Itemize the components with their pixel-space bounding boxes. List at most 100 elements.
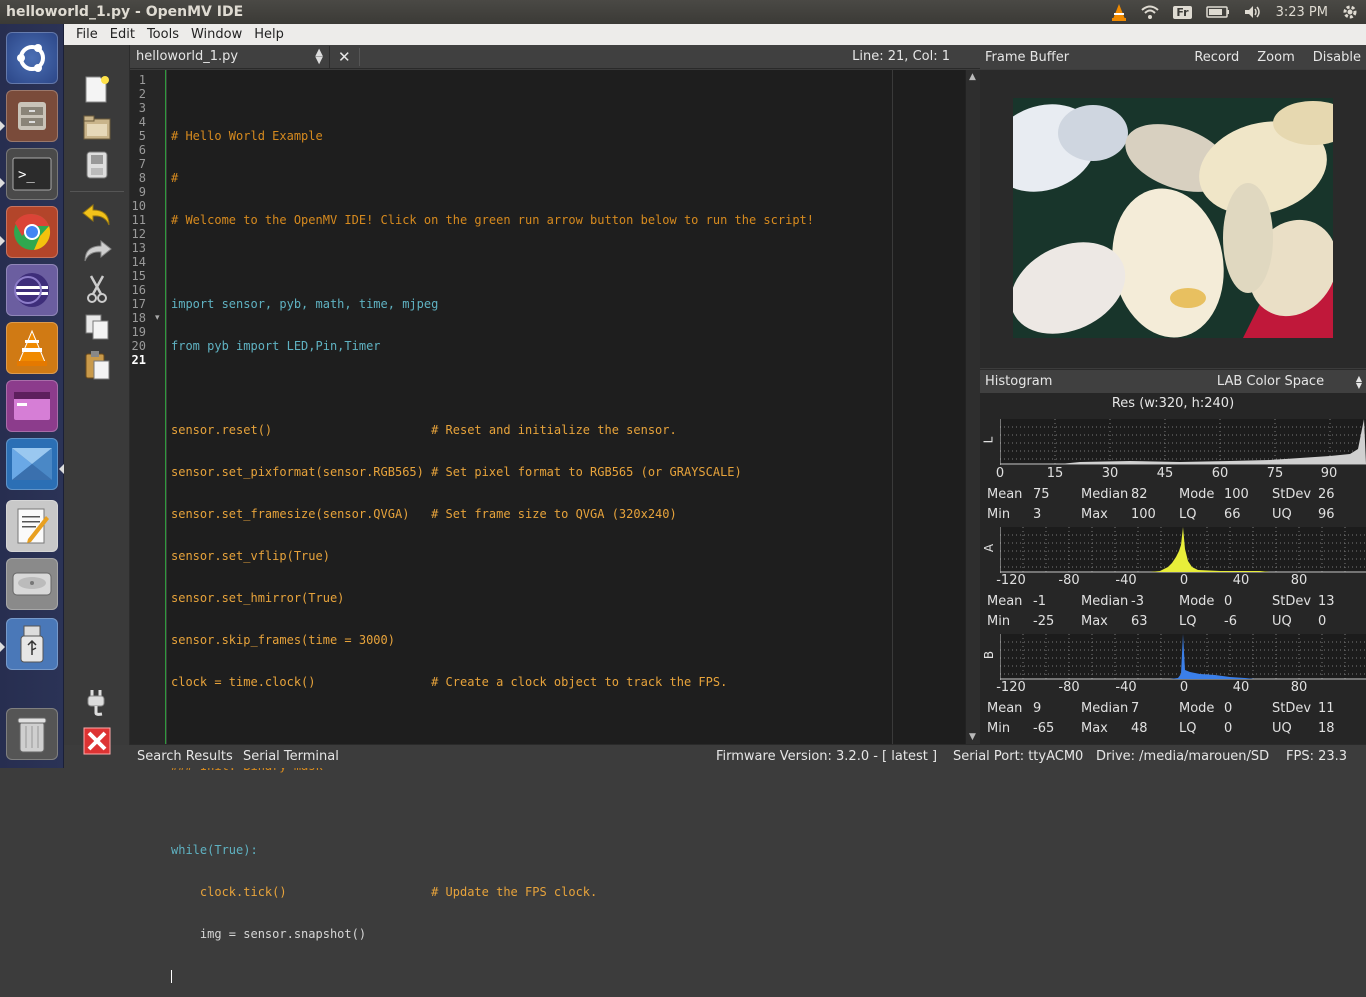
open-file-icon[interactable] — [80, 111, 114, 143]
save-file-icon[interactable] — [80, 149, 114, 181]
code-line: clock = time.clock() # Create a clock ob… — [171, 675, 728, 689]
close-file-icon[interactable]: ✕ — [330, 48, 359, 66]
terminal-icon[interactable]: >_ — [6, 148, 58, 200]
scroll-down-icon[interactable]: ▼ — [969, 732, 976, 742]
stat-label: LQ — [1179, 721, 1197, 736]
axis-tick: 0 — [995, 466, 1005, 481]
fold-arrow-icon[interactable]: ▾ — [155, 313, 160, 323]
menu-file[interactable]: File — [70, 27, 104, 42]
undo-icon[interactable] — [80, 199, 114, 231]
wifi-icon[interactable] — [1141, 5, 1160, 19]
stat-value: 9 — [1033, 701, 1042, 716]
editor-header: helloworld_1.py ▲ ▼ ✕ Line: 21, Col: 1 — [130, 45, 980, 69]
line-number: 20 — [131, 339, 146, 353]
line-number: 17 — [131, 297, 146, 311]
redo-icon[interactable] — [80, 235, 114, 267]
right-margin-line — [892, 70, 893, 744]
menu-help[interactable]: Help — [248, 27, 290, 42]
axis-tick: 40 — [1232, 680, 1250, 695]
line-number: 10 — [131, 199, 146, 213]
eclipse-icon[interactable] — [6, 264, 58, 316]
copy-icon[interactable] — [80, 311, 114, 343]
ubuntu-dash-icon[interactable] — [6, 32, 58, 84]
text-editor-icon[interactable] — [6, 500, 58, 552]
stat-label: Max — [1081, 507, 1108, 522]
file-cabinet-icon[interactable] — [6, 90, 58, 142]
search-results-tab[interactable]: Search Results — [137, 749, 233, 764]
histogram-a-plot — [1000, 527, 1366, 573]
disk-drive-icon[interactable] — [6, 558, 58, 610]
scroll-up-icon[interactable]: ▲ — [969, 72, 976, 82]
stat-label: UQ — [1272, 507, 1292, 522]
axis-tick: -80 — [1058, 680, 1080, 695]
code-line: sensor.set_framesize(sensor.QVGA) # Set … — [171, 507, 677, 521]
record-button[interactable]: Record — [1194, 50, 1239, 65]
volume-icon[interactable] — [1244, 5, 1262, 19]
stat-value: 3 — [1033, 507, 1042, 522]
stat-value: 7 — [1131, 701, 1140, 716]
histogram-header: Histogram LAB Color Space ▲ ▼ — [980, 369, 1366, 393]
settings-gear-icon[interactable] — [1342, 4, 1358, 20]
axis-tick: -120 — [996, 573, 1026, 588]
histogram-b-plot — [1000, 634, 1366, 680]
color-space-select[interactable]: LAB Color Space ▲ ▼ — [1183, 374, 1362, 390]
usb-drive-icon[interactable] — [6, 618, 58, 670]
stat-value: 48 — [1131, 721, 1148, 736]
stat-label: Mean — [987, 487, 1023, 502]
stat-value: 0 — [1318, 614, 1327, 629]
code-line: while(True): — [171, 843, 258, 857]
ide-toolbar — [64, 45, 130, 755]
menu-edit[interactable]: Edit — [104, 27, 141, 42]
code-editor[interactable]: # Hello World Example # # Welcome to the… — [167, 70, 965, 983]
firmware-version[interactable]: Firmware Version: 3.2.0 - [ latest ] — [716, 749, 937, 764]
stat-label: LQ — [1179, 507, 1197, 522]
clock[interactable]: 3:23 PM — [1276, 5, 1328, 20]
editor-vertical-scrollbar[interactable]: ▲ ▼ — [965, 70, 980, 744]
line-number: 16 — [131, 283, 146, 297]
connect-plug-icon[interactable] — [80, 685, 114, 717]
paste-icon[interactable] — [80, 349, 114, 381]
stat-label: StDev — [1272, 594, 1312, 609]
stat-label: Min — [987, 614, 1011, 629]
stat-value: 0 — [1224, 721, 1233, 736]
stat-value: -25 — [1033, 614, 1055, 629]
fps-readout: FPS: 23.3 — [1286, 749, 1348, 764]
openmv-icon[interactable] — [6, 438, 58, 490]
axis-tick: 45 — [1156, 466, 1174, 481]
line-number: 5 — [138, 129, 146, 143]
stat-label: LQ — [1179, 614, 1197, 629]
updown-chevron-icon: ▲ ▼ — [1355, 374, 1362, 390]
stop-disconnect-icon[interactable] — [80, 725, 114, 757]
menu-window[interactable]: Window — [185, 27, 248, 42]
axis-tick: 75 — [1266, 466, 1284, 481]
axis-tick: 15 — [1046, 466, 1064, 481]
code-line: # — [171, 171, 179, 185]
vlc-tray-icon[interactable] — [1111, 3, 1127, 21]
file-select-dropdown[interactable]: helloworld_1.py ▲ ▼ — [130, 45, 330, 68]
keyboard-layout-indicator[interactable]: Fr — [1173, 5, 1192, 19]
stat-value: 0 — [1224, 701, 1233, 716]
axis-tick: 60 — [1211, 466, 1229, 481]
channel-label-a: A — [982, 543, 997, 553]
line-number: 6 — [138, 143, 146, 157]
top-panel: helloworld_1.py - OpenMV IDE Fr 3:23 PM — [0, 0, 1366, 24]
axis-tick: 80 — [1290, 680, 1308, 695]
new-file-icon[interactable] — [80, 73, 114, 105]
line-number-current: 21 — [131, 353, 146, 367]
trash-icon[interactable] — [6, 708, 58, 760]
cut-icon[interactable] — [80, 273, 114, 305]
code-line: clock.tick() # Update the FPS clock. — [171, 885, 598, 899]
zoom-button[interactable]: Zoom — [1257, 50, 1294, 65]
axis-tick: -80 — [1058, 573, 1080, 588]
vlc-icon[interactable] — [6, 322, 58, 374]
serial-terminal-tab[interactable]: Serial Terminal — [243, 749, 339, 764]
stat-value: 0 — [1224, 594, 1233, 609]
chrome-icon[interactable] — [6, 206, 58, 258]
battery-icon[interactable] — [1205, 6, 1230, 18]
disable-button[interactable]: Disable — [1313, 50, 1361, 65]
code-line: sensor.set_vflip(True) — [171, 549, 330, 563]
axis-tick: -120 — [996, 680, 1026, 695]
window-app-icon[interactable] — [6, 380, 58, 432]
stat-value: 96 — [1318, 507, 1335, 522]
menu-tools[interactable]: Tools — [141, 27, 185, 42]
